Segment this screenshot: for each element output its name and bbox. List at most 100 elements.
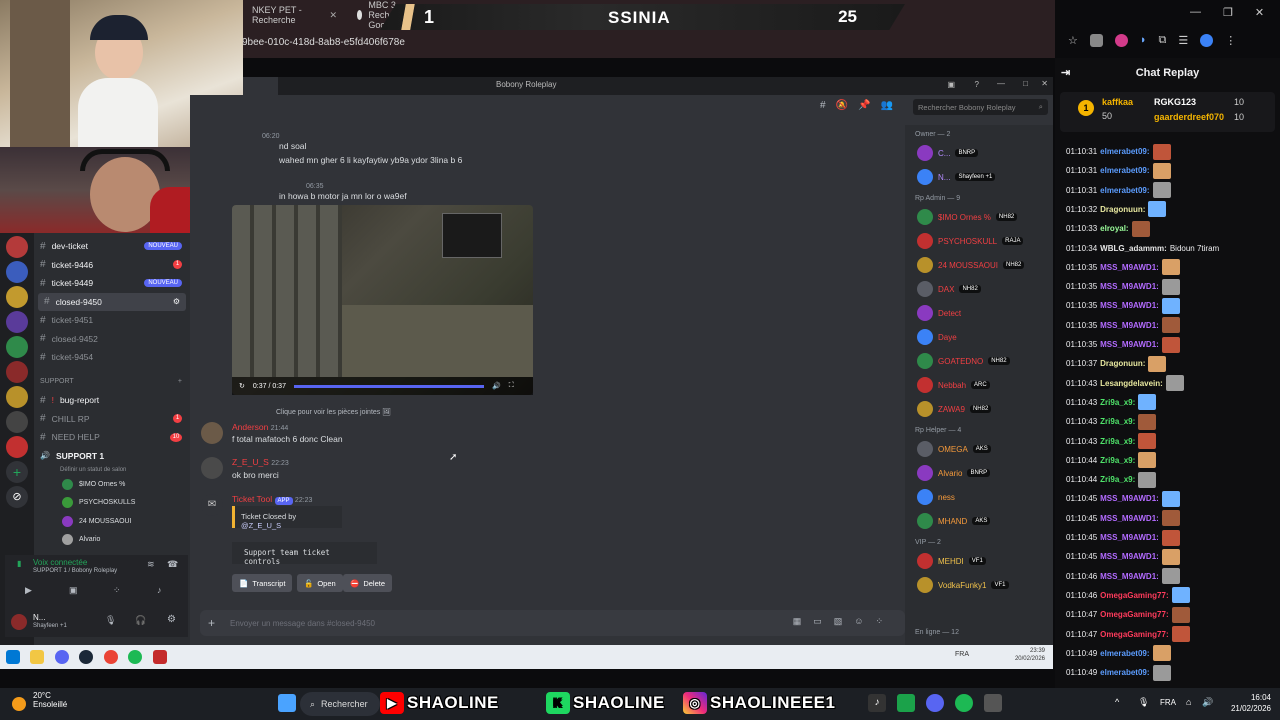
server-icon[interactable] (6, 236, 28, 258)
member-item[interactable]: DAX NH82 (905, 277, 1053, 301)
settings-icon[interactable]: ⚙ (173, 297, 180, 306)
leader-name[interactable]: kaffkaa (1102, 97, 1133, 107)
fullscreen-icon[interactable]: ⛶ (509, 382, 514, 390)
server-icon[interactable] (6, 361, 28, 383)
chat-username[interactable]: OmegaGaming77: (1100, 591, 1168, 600)
language-indicator[interactable]: FRA (1160, 698, 1176, 707)
chat-username[interactable]: Lesangdelavein: (1100, 379, 1163, 388)
settings-icon[interactable] (984, 694, 1002, 712)
puzzle-icon[interactable]: ⧉ (1159, 34, 1167, 47)
member-item[interactable]: 24 MOUSSAOUI NH82 (905, 253, 1053, 277)
screen-share-icon[interactable]: ▣ (69, 585, 78, 596)
voice-user[interactable]: PSYCHOSKULLS (34, 494, 190, 513)
open-button[interactable]: 🔓 Open (297, 574, 343, 592)
author-name[interactable]: Anderson (232, 422, 268, 432)
chat-username[interactable]: Zri9a_x9: (1100, 475, 1135, 484)
delete-button[interactable]: ⛔ Delete (343, 574, 393, 592)
member-item[interactable]: $IMO Ornes % NH82 (905, 205, 1053, 229)
spotify-icon[interactable] (128, 650, 143, 664)
member-item[interactable]: MEHDI VF1 (905, 549, 1053, 573)
member-item[interactable]: Alvario BNRP (905, 461, 1053, 485)
volume-icon[interactable]: 🔊 (1202, 697, 1213, 708)
add-channel-icon[interactable]: + (178, 378, 182, 385)
member-item[interactable]: MHAND AKS (905, 509, 1053, 533)
server-icon[interactable] (6, 336, 28, 358)
chevron-up-icon[interactable]: ^ (1115, 697, 1119, 707)
volume-icon[interactable]: 🔊 (492, 382, 501, 390)
mention[interactable]: @Z_E_U_S (241, 521, 281, 530)
voice-user[interactable]: 24 MOUSSAOUI (34, 512, 190, 531)
maximize-icon[interactable]: □ (1023, 79, 1028, 88)
server-icon[interactable] (6, 436, 28, 458)
category-support[interactable]: SUPPORT + (34, 373, 190, 392)
chat-username[interactable]: MSS_M9AWD1: (1100, 282, 1159, 291)
member-item[interactable]: N... Shayfeen +1 (905, 165, 1053, 189)
chat-username[interactable]: elroyal: (1100, 224, 1128, 233)
browser-tab[interactable]: NKEY PET - Recherche ✕ (242, 4, 347, 26)
author-name[interactable]: Z_E_U_S (232, 457, 269, 467)
taskbar-search[interactable]: ⌕ Rechercher (300, 692, 380, 716)
channel-need-help[interactable]: # NEED HELP 10 (34, 428, 190, 447)
start-icon[interactable] (278, 694, 296, 712)
channel-closed-9452[interactable]: # closed-9452 (34, 330, 190, 349)
leader-name[interactable]: RGKG123 (1154, 97, 1196, 107)
chat-username[interactable]: MSS_M9AWD1: (1100, 494, 1159, 503)
member-item[interactable]: Daye (905, 325, 1053, 349)
threads-icon[interactable]: # (820, 100, 826, 111)
member-item[interactable]: C... BNRP (905, 141, 1053, 165)
extension-icon[interactable]: ◗ (1140, 34, 1147, 47)
folder-icon[interactable] (30, 650, 45, 664)
channel-closed-9450[interactable]: # closed-9450 ⚙ (38, 292, 186, 311)
profile-icon[interactable] (1200, 34, 1214, 47)
headset-icon[interactable]: 🎧 (135, 615, 146, 626)
steam-icon[interactable] (79, 650, 94, 664)
members-icon[interactable]: 👥 (880, 100, 892, 111)
app-icon[interactable] (897, 694, 915, 712)
server-icon[interactable] (6, 386, 28, 408)
chat-username[interactable]: elmerabet09: (1100, 668, 1149, 677)
add-server-icon[interactable]: + (6, 461, 28, 483)
add-attachment-icon[interactable]: + (208, 616, 215, 630)
chat-username[interactable]: MSS_M9AWD1: (1100, 572, 1159, 581)
activities-icon[interactable]: ⁘ (113, 585, 121, 596)
chat-username[interactable]: Zri9a_x9: (1100, 398, 1135, 407)
channel-ticket-9446[interactable]: # ticket-9446 1 (34, 256, 190, 275)
chrome-icon[interactable] (103, 650, 118, 664)
chat-username[interactable]: elmerabet09: (1100, 186, 1149, 195)
camera-icon[interactable]: ▶ (25, 585, 32, 596)
member-item[interactable]: Detect (905, 301, 1053, 325)
extension-icon[interactable] (1089, 34, 1103, 47)
channel-dev-ticket[interactable]: # dev-ticket NOUVEAU (34, 237, 190, 256)
discord-icon[interactable] (926, 694, 944, 712)
voice-channel-support-1[interactable]: 🔊 SUPPORT 1 (34, 447, 190, 466)
server-icon[interactable] (6, 311, 28, 333)
spotify-icon[interactable] (955, 694, 973, 712)
chat-username[interactable]: MSS_M9AWD1: (1100, 340, 1159, 349)
member-item[interactable]: PSYCHOSKULL RAJA (905, 229, 1053, 253)
transcript-button[interactable]: 📄 Transcript (232, 574, 293, 592)
windows-icon[interactable] (6, 650, 20, 664)
channel-ticket-9449[interactable]: # ticket-9449 NOUVEAU (34, 274, 190, 293)
chat-username[interactable]: Dragonuun: (1100, 359, 1145, 368)
member-item[interactable]: ness (905, 485, 1053, 509)
ticket-tool-avatar[interactable]: ✉ (201, 494, 223, 516)
discover-icon[interactable]: ⊘ (6, 486, 28, 508)
member-item[interactable]: Nebbah ARC (905, 373, 1053, 397)
close-icon[interactable]: ✕ (1255, 6, 1264, 19)
avatar[interactable] (11, 614, 27, 630)
chat-username[interactable]: MSS_M9AWD1: (1100, 533, 1159, 542)
author-name[interactable]: Ticket Tool (232, 494, 272, 504)
chat-username[interactable]: elmerabet09: (1100, 147, 1149, 156)
address-bar[interactable]: 9bee-010c-418d-8ab8-e5fd406f678e (242, 32, 1052, 52)
inner-clock[interactable]: 23:39 20/02/2026 (1005, 647, 1045, 663)
collapse-icon[interactable]: ⇥ (1061, 62, 1070, 84)
avatar[interactable] (201, 457, 223, 479)
chat-username[interactable]: OmegaGaming77: (1100, 630, 1168, 639)
tiktok-icon[interactable]: ♪ (868, 694, 886, 712)
chat-username[interactable]: elmerabet09: (1100, 166, 1149, 175)
chat-username[interactable]: OmegaGaming77: (1100, 610, 1168, 619)
network-icon[interactable]: ⌂ (1186, 697, 1191, 707)
mic-icon[interactable]: 🎙 (1138, 697, 1149, 708)
extension-icon[interactable] (1114, 34, 1128, 47)
discord-icon[interactable] (54, 650, 69, 664)
